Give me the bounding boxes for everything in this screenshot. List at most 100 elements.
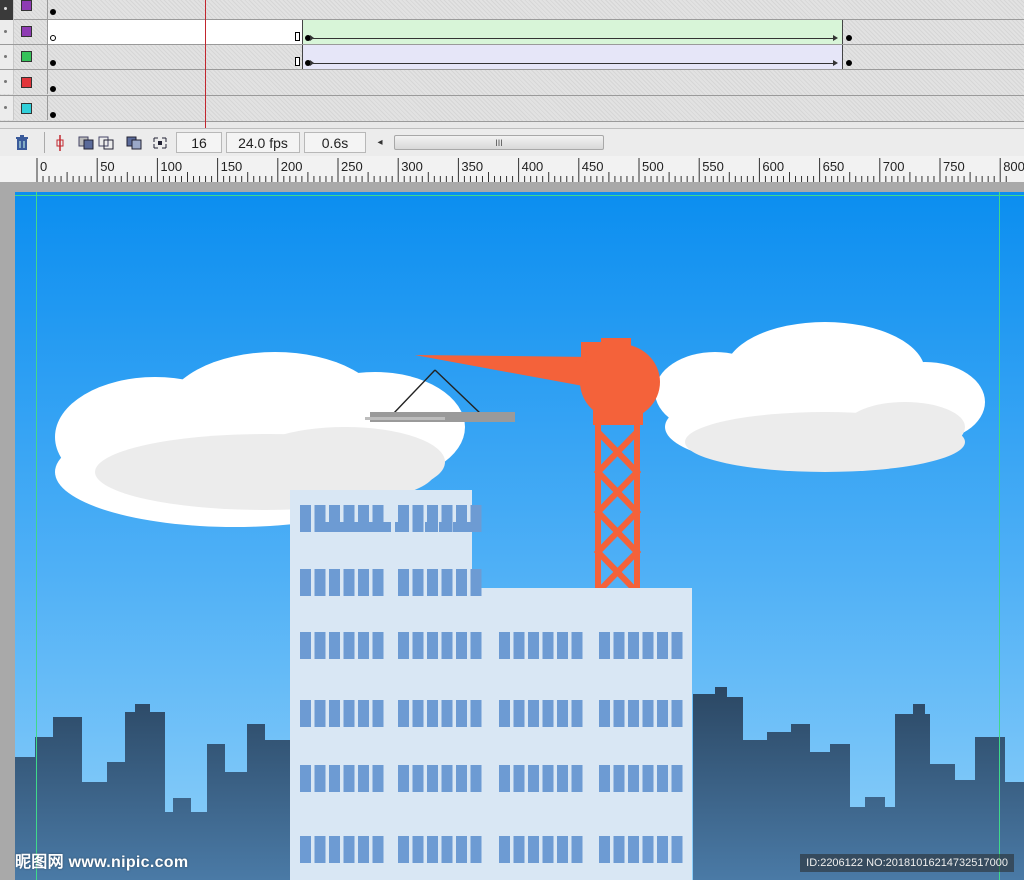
onion-skin-icon[interactable] — [76, 133, 96, 153]
window — [470, 505, 482, 532]
window — [470, 632, 482, 659]
window — [441, 569, 453, 596]
guide-line-right[interactable] — [999, 192, 1000, 880]
ruler-label: 100 — [160, 159, 182, 174]
layer-frames[interactable] — [47, 20, 1024, 44]
modify-onion-markers-icon[interactable] — [150, 133, 170, 153]
layer-color-swatch[interactable] — [21, 26, 32, 37]
keyframe-icon[interactable] — [50, 112, 56, 118]
window — [358, 569, 369, 596]
empty-keyframe-icon[interactable] — [50, 35, 56, 41]
layer-frames[interactable] — [47, 70, 1024, 94]
window — [427, 569, 438, 596]
window — [300, 632, 311, 659]
window — [642, 700, 654, 727]
tween-arrow-icon — [310, 35, 838, 41]
window — [329, 505, 340, 532]
elapsed-time-field: 0.6s — [304, 132, 366, 153]
layer-color-swatch[interactable] — [21, 103, 32, 114]
layer-color-swatch[interactable] — [21, 51, 32, 62]
edit-multiple-frames-icon[interactable] — [124, 133, 144, 153]
window — [300, 836, 311, 863]
window — [642, 836, 654, 863]
motion-tween[interactable] — [302, 20, 843, 44]
window — [300, 569, 311, 596]
ruler-label: 500 — [642, 159, 664, 174]
window — [398, 505, 409, 532]
trash-icon[interactable] — [12, 133, 32, 153]
window — [657, 700, 668, 727]
window — [358, 700, 369, 727]
scroll-thumb[interactable]: III — [394, 135, 604, 150]
ruler-label: 700 — [883, 159, 905, 174]
layer-color-swatch[interactable] — [21, 0, 32, 11]
window — [412, 765, 424, 792]
window — [456, 836, 467, 863]
layer-row[interactable] — [0, 45, 1024, 70]
frame-rate-field[interactable]: 24.0 fps — [226, 132, 300, 153]
window — [358, 836, 369, 863]
window — [571, 632, 583, 659]
window — [329, 700, 340, 727]
watermark-logo: 昵图网 www.nipic.com — [15, 854, 189, 871]
window — [372, 632, 384, 659]
ruler-label: 550 — [702, 159, 724, 174]
scroll-left-icon[interactable]: ◂ — [372, 134, 388, 151]
layer-row[interactable] — [0, 70, 1024, 96]
window — [456, 765, 467, 792]
stage-canvas[interactable] — [15, 192, 1024, 880]
window — [671, 836, 683, 863]
timeline-panel: 16 24.0 fps 0.6s ◂ III — [0, 0, 1024, 157]
window — [329, 569, 340, 596]
ruler-label: 50 — [100, 159, 114, 174]
window — [427, 632, 438, 659]
window — [513, 700, 525, 727]
onion-outline-icon[interactable] — [96, 133, 116, 153]
window — [642, 632, 654, 659]
keyframe-icon[interactable] — [50, 60, 56, 66]
window — [372, 569, 384, 596]
blank-frame-icon[interactable] — [295, 57, 300, 66]
layer-frames[interactable] — [47, 96, 1024, 120]
motion-tween[interactable] — [302, 45, 843, 69]
timeline-scrollbar[interactable]: ◂ III — [372, 134, 608, 151]
ruler-label: 150 — [221, 159, 243, 174]
window — [513, 765, 525, 792]
layer-frames[interactable] — [47, 45, 1024, 69]
window — [412, 505, 424, 532]
keyframe-icon[interactable] — [50, 9, 56, 15]
window — [372, 700, 384, 727]
layer-row[interactable] — [0, 20, 1024, 45]
layer-row[interactable] — [0, 96, 1024, 122]
playhead[interactable] — [205, 0, 206, 128]
ruler-label: 300 — [401, 159, 423, 174]
blank-frame-icon[interactable] — [295, 32, 300, 41]
layer-gutter — [0, 70, 14, 94]
window — [343, 632, 355, 659]
window — [671, 765, 683, 792]
center-frame-icon[interactable] — [50, 133, 70, 153]
window — [412, 700, 424, 727]
toolbar-divider — [44, 132, 45, 153]
window — [628, 700, 639, 727]
window — [599, 836, 610, 863]
keyframe-icon[interactable] — [50, 86, 56, 92]
layer-color-swatch[interactable] — [21, 77, 32, 88]
current-frame-field[interactable]: 16 — [176, 132, 222, 153]
window — [412, 836, 424, 863]
window — [542, 836, 554, 863]
layer-row[interactable] — [0, 0, 1024, 20]
keyframe-icon[interactable] — [846, 35, 852, 41]
window — [613, 765, 625, 792]
watermark-id: ID:2206122 NO:20181016214732517000 — [800, 854, 1014, 872]
window — [343, 700, 355, 727]
guide-line-top[interactable] — [15, 195, 1024, 196]
keyframe-icon[interactable] — [846, 60, 852, 66]
layer-frames[interactable] — [47, 0, 1024, 20]
window — [642, 765, 654, 792]
window — [343, 765, 355, 792]
guide-line-left[interactable] — [36, 192, 37, 880]
window — [314, 700, 326, 727]
window — [671, 632, 683, 659]
layer-gutter — [0, 0, 14, 20]
